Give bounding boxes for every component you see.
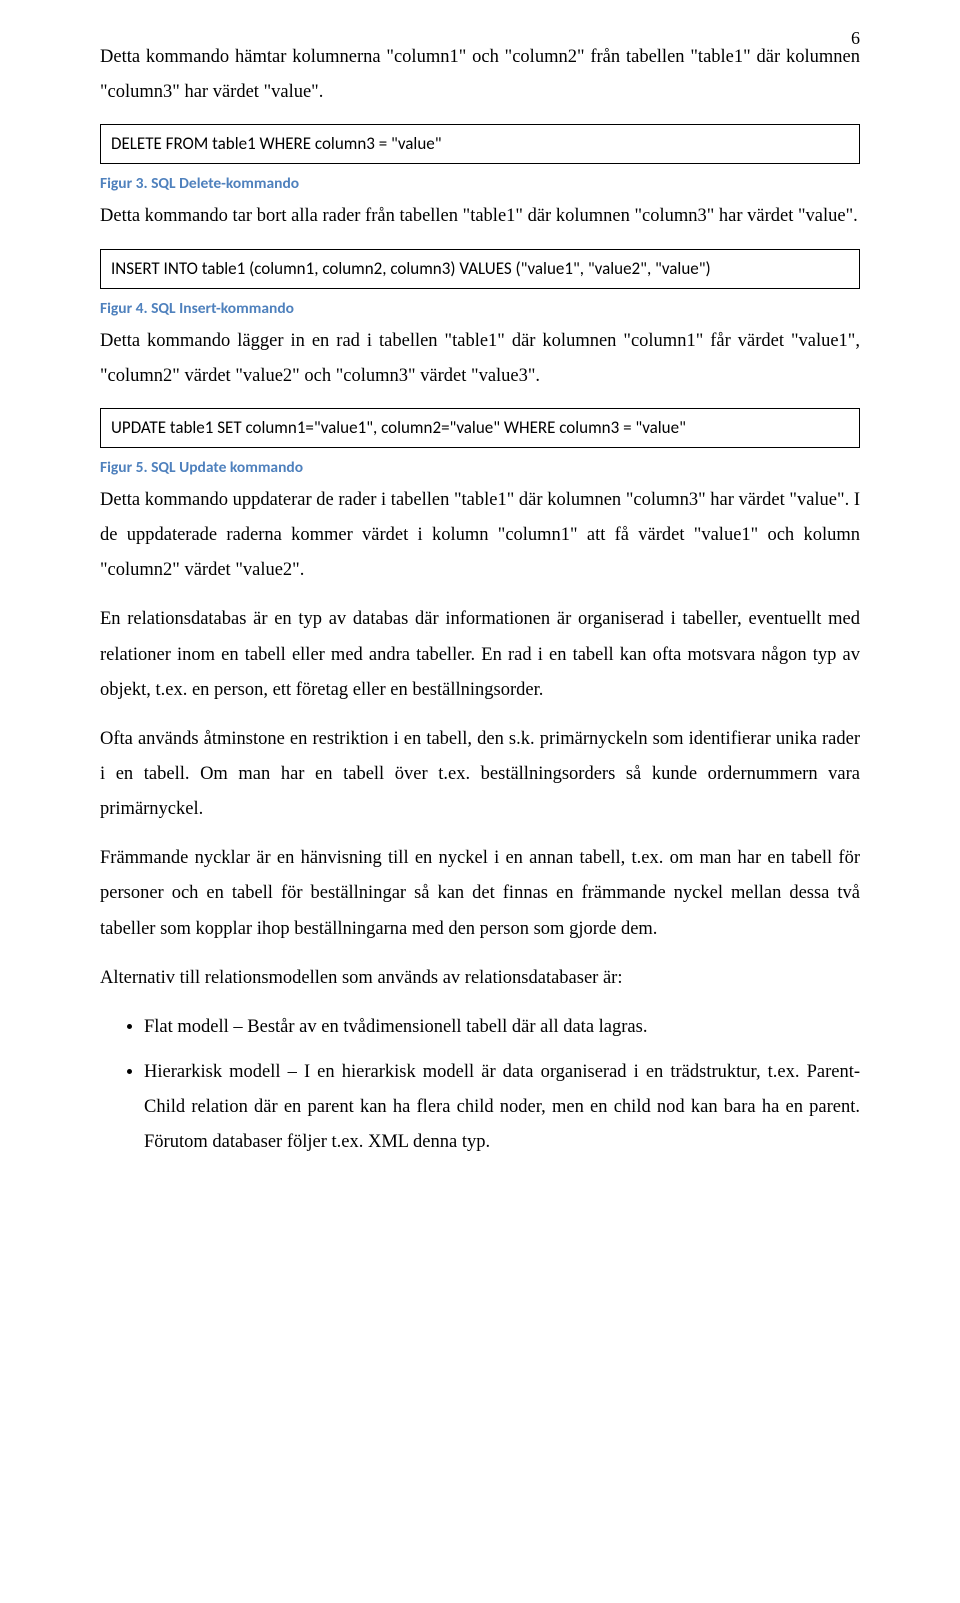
- figure-caption-3: Figur 3. SQL Delete-kommando: [100, 174, 860, 193]
- list-item: Hierarkisk modell – I en hierarkisk mode…: [144, 1055, 860, 1160]
- page-number: 6: [851, 28, 860, 49]
- paragraph-8: Alternativ till relationsmodellen som an…: [100, 961, 860, 996]
- bullet-list: Flat modell – Består av en tvådimensione…: [100, 1010, 860, 1161]
- figure-caption-5: Figur 5. SQL Update kommando: [100, 458, 860, 477]
- code-delete: DELETE FROM table1 WHERE column3 = "valu…: [100, 124, 860, 164]
- paragraph-5: En relationsdatabas är en typ av databas…: [100, 602, 860, 707]
- paragraph-6: Ofta används åtminstone en restriktion i…: [100, 722, 860, 827]
- paragraph-4: Detta kommando uppdaterar de rader i tab…: [100, 483, 860, 588]
- paragraph-1: Detta kommando hämtar kolumnerna "column…: [100, 40, 860, 110]
- paragraph-7: Främmande nycklar är en hänvisning till …: [100, 841, 860, 946]
- code-update: UPDATE table1 SET column1="value1", colu…: [100, 408, 860, 448]
- paragraph-3: Detta kommando lägger in en rad i tabell…: [100, 324, 860, 394]
- paragraph-2: Detta kommando tar bort alla rader från …: [100, 199, 860, 234]
- page-container: 6 Detta kommando hämtar kolumnerna "colu…: [0, 0, 960, 1230]
- list-item: Flat modell – Består av en tvådimensione…: [144, 1010, 860, 1045]
- code-insert: INSERT INTO table1 (column1, column2, co…: [100, 249, 860, 289]
- figure-caption-4: Figur 4. SQL Insert-kommando: [100, 299, 860, 318]
